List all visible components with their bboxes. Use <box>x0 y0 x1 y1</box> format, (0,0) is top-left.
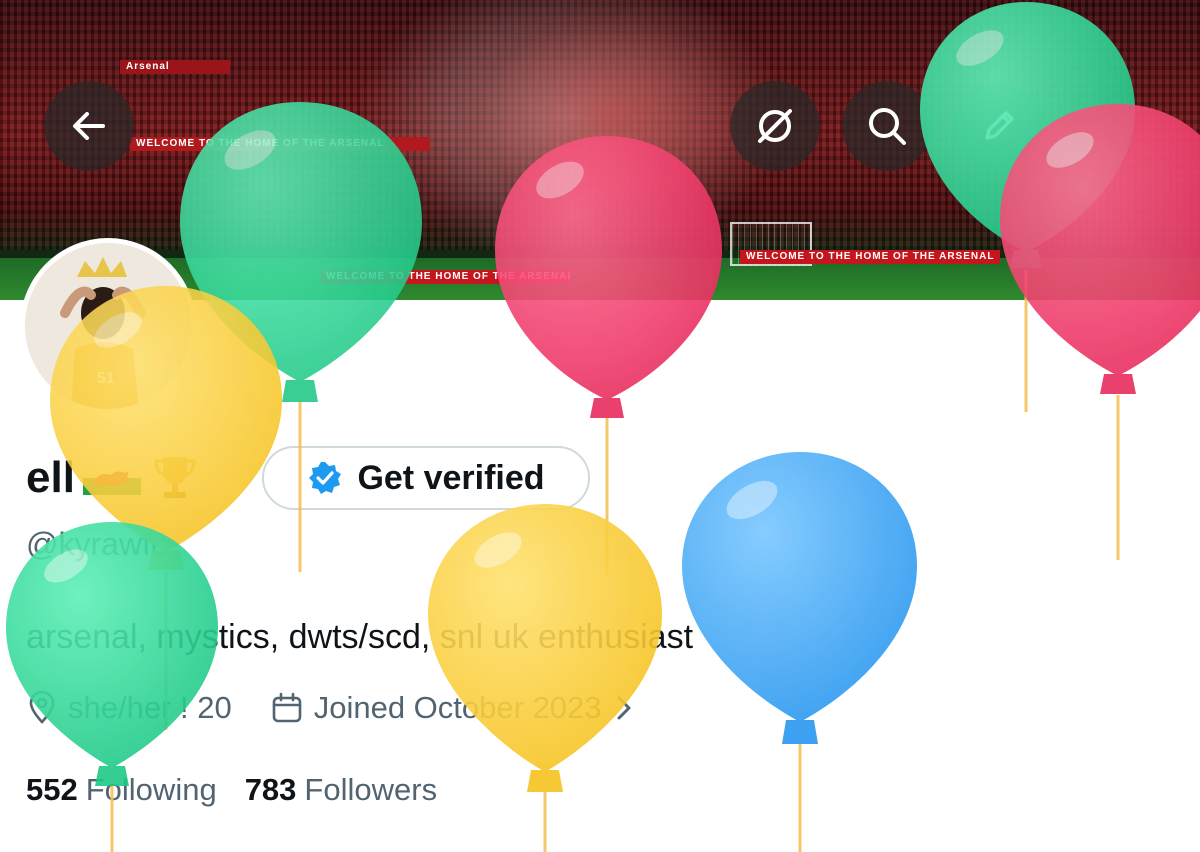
arrow-left-icon <box>73 112 105 140</box>
banner-board: WELCOME TO THE HOME OF THE ARSENAL <box>130 137 430 151</box>
banner-brand: Arsenal <box>120 60 230 74</box>
banner-board-right: WELCOME TO THE HOME OF THE ARSENAL <box>740 250 1000 264</box>
following-label: Following <box>85 772 217 807</box>
location-pin-icon <box>29 691 55 724</box>
avatar-photo: 51 <box>25 243 191 409</box>
balloon-blue-1 <box>682 452 917 852</box>
profile-meta: she/her ! 20 Joined October 2023 <box>26 688 642 728</box>
meta-joined[interactable]: Joined October 2023 <box>270 688 642 728</box>
chevron-right-icon <box>617 696 631 720</box>
avatar[interactable]: 51 <box>20 238 196 414</box>
trophy-icon <box>154 457 196 498</box>
meta-joined-text: Joined October 2023 <box>313 690 602 725</box>
meta-location-text: she/her ! 20 <box>68 690 232 725</box>
pencil-icon <box>985 111 1014 140</box>
banner-board-lower: WELCOME TO THE HOME OF THE ARSENAL <box>320 270 570 284</box>
welsh-flag-icon <box>82 461 141 495</box>
following-count: 552 <box>26 772 78 807</box>
verified-badge-icon <box>309 462 342 494</box>
back-button[interactable] <box>44 81 134 171</box>
search-icon <box>869 108 906 145</box>
followers-count: 783 <box>244 772 297 807</box>
profile-handle: @kyrawfc <box>26 526 167 562</box>
meta-location: she/her ! 20 <box>26 688 232 728</box>
noframe-button[interactable] <box>730 81 820 171</box>
banner-tifo <box>455 0 775 230</box>
following-link[interactable]: 552 Following <box>26 770 217 810</box>
display-name-text: ell <box>26 453 75 502</box>
profile-banner: WELCOME TO THE HOME OF THE ARSENAL WELCO… <box>0 0 1200 300</box>
display-name: ell <box>26 452 197 504</box>
followers-label: Followers <box>304 772 438 807</box>
calendar-icon <box>272 692 302 723</box>
balloon-yellow-2 <box>428 504 662 852</box>
profile-stats: 552 Following 783 Followers <box>26 770 437 810</box>
search-button[interactable] <box>842 81 932 171</box>
edit-button[interactable] <box>954 81 1044 171</box>
svg-text:51: 51 <box>97 370 115 387</box>
followers-link[interactable]: 783 Followers <box>245 770 437 810</box>
get-verified-button[interactable]: Get verified <box>262 446 590 510</box>
get-verified-label: Get verified <box>357 458 545 497</box>
no-frame-icon <box>758 109 792 143</box>
profile-bio: arsenal, mystics, dwts/scd, snl uk enthu… <box>26 618 694 656</box>
